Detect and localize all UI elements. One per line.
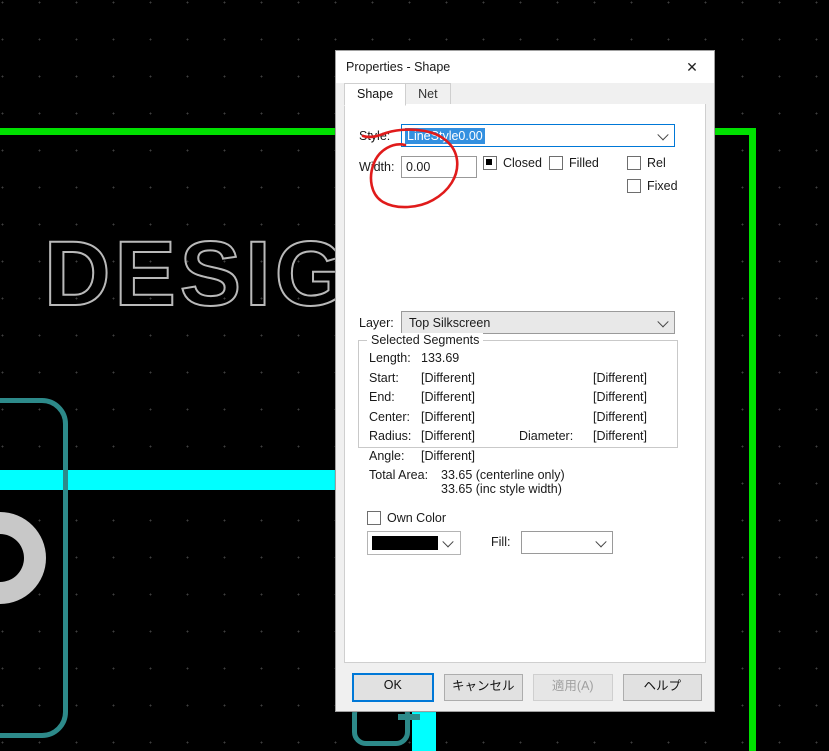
dialog-button-bar: OK キャンセル 適用(A) ヘルプ xyxy=(336,663,714,711)
table-row: End: [Different] [Different] xyxy=(369,389,679,409)
seg-val2: [Different] xyxy=(593,409,647,424)
chevron-down-icon xyxy=(595,535,607,547)
seg-key: Length: xyxy=(369,351,411,365)
total-area-line2: 33.65 (inc style width) xyxy=(441,482,562,496)
chevron-down-icon xyxy=(442,536,454,548)
checkbox-fixed[interactable]: Fixed xyxy=(627,179,678,193)
color-combobox[interactable] xyxy=(367,531,461,555)
seg-key2 xyxy=(519,389,593,409)
seg-val1: [Different] xyxy=(421,390,475,404)
layer-row: Layer: Top Silkscreen xyxy=(359,311,675,334)
style-label: Style: xyxy=(359,128,391,143)
style-row: Style: LineStyle0.00 xyxy=(359,124,675,147)
seg-val2 xyxy=(593,448,679,468)
fill-label: Fill: xyxy=(491,535,511,549)
seg-val2: [Different] xyxy=(593,429,647,443)
chevron-down-icon xyxy=(657,315,669,327)
width-row: Width: 0.00 xyxy=(359,156,477,178)
checkbox-indeterminate-icon xyxy=(483,156,497,170)
seg-key2 xyxy=(519,370,593,390)
seg-key: End: xyxy=(369,390,395,404)
seg-val1: [Different] xyxy=(421,409,475,424)
close-icon[interactable]: ✕ xyxy=(670,52,714,83)
seg-key2 xyxy=(519,448,593,468)
table-row: Radius: [Different] Diameter: [Different… xyxy=(369,428,679,448)
tab-strip: Shape Net xyxy=(344,83,706,106)
style-value: LineStyle0.00 xyxy=(405,127,485,144)
apply-button: 適用(A) xyxy=(533,673,613,701)
checkbox-rel[interactable]: Rel xyxy=(627,156,666,170)
checkbox-empty-icon xyxy=(549,156,563,170)
checkbox-filled-label: Filled xyxy=(569,156,599,170)
total-area-label: Total Area: xyxy=(369,468,429,482)
tab-page-shape: Style: LineStyle0.00 Width: 0.00 Closed … xyxy=(344,104,706,663)
seg-val1: [Different] xyxy=(421,448,475,463)
cancel-button[interactable]: キャンセル xyxy=(443,673,523,701)
seg-val2: [Different] xyxy=(593,390,647,404)
help-button[interactable]: ヘルプ xyxy=(622,673,702,701)
properties-shape-dialog: Properties - Shape ✕ Shape Net Style: Li… xyxy=(335,50,715,712)
seg-key: Start: xyxy=(369,370,399,385)
seg-val1: [Different] xyxy=(421,370,475,385)
checkbox-empty-icon xyxy=(627,156,641,170)
board-outline-stub xyxy=(398,714,420,720)
selected-segments-legend: Selected Segments xyxy=(367,333,484,347)
style-combobox[interactable]: LineStyle0.00 xyxy=(401,124,675,147)
seg-val2: [Different] xyxy=(593,370,647,385)
seg-key2 xyxy=(519,409,593,429)
width-input[interactable]: 0.00 xyxy=(401,156,477,178)
ok-button[interactable]: OK xyxy=(352,672,434,702)
color-swatch xyxy=(372,536,438,550)
table-row: Angle: [Different] xyxy=(369,448,679,468)
table-row: Center: [Different] [Different] xyxy=(369,409,679,429)
checkbox-fixed-label: Fixed xyxy=(647,179,678,193)
total-area-line1: 33.65 (centerline only) xyxy=(441,468,565,482)
table-row: Length: 133.69 xyxy=(369,350,679,370)
checkbox-rel-label: Rel xyxy=(647,156,666,170)
layer-value: Top Silkscreen xyxy=(409,315,491,330)
layer-combobox[interactable]: Top Silkscreen xyxy=(401,311,675,334)
fill-combobox[interactable] xyxy=(521,531,613,554)
seg-key: Angle: xyxy=(369,448,405,463)
tab-shape[interactable]: Shape xyxy=(344,83,407,106)
chevron-down-icon xyxy=(657,128,669,140)
seg-val1: [Different] xyxy=(421,429,475,443)
layer-label: Layer: xyxy=(359,315,394,330)
seg-key: Center: xyxy=(369,409,410,424)
seg-key2 xyxy=(519,350,593,370)
checkbox-empty-icon xyxy=(627,179,641,193)
seg-val1: 133.69 xyxy=(421,351,460,365)
total-area-block: Total Area: 33.65 (centerline only) 33.6… xyxy=(369,468,565,496)
seg-key2: Diameter: xyxy=(519,429,574,443)
dialog-titlebar[interactable]: Properties - Shape ✕ xyxy=(336,51,714,83)
own-color-label: Own Color xyxy=(387,511,447,525)
selected-segments-table: Length: 133.69 Start: [Different] [Diffe… xyxy=(369,350,679,467)
width-label: Width: xyxy=(359,160,395,174)
checkbox-empty-icon xyxy=(367,511,381,525)
checkbox-filled[interactable]: Filled xyxy=(549,156,599,170)
tab-net[interactable]: Net xyxy=(405,83,451,105)
seg-val2 xyxy=(593,350,679,370)
checkbox-closed-label: Closed xyxy=(503,156,542,170)
green-trace-vertical[interactable] xyxy=(749,128,756,751)
checkbox-own-color[interactable]: Own Color xyxy=(367,511,446,525)
dialog-title: Properties - Shape xyxy=(346,60,451,74)
checkbox-closed[interactable]: Closed xyxy=(483,156,542,170)
total-area-spacer xyxy=(369,482,441,496)
table-row: Start: [Different] [Different] xyxy=(369,370,679,390)
seg-key: Radius: xyxy=(369,429,412,443)
